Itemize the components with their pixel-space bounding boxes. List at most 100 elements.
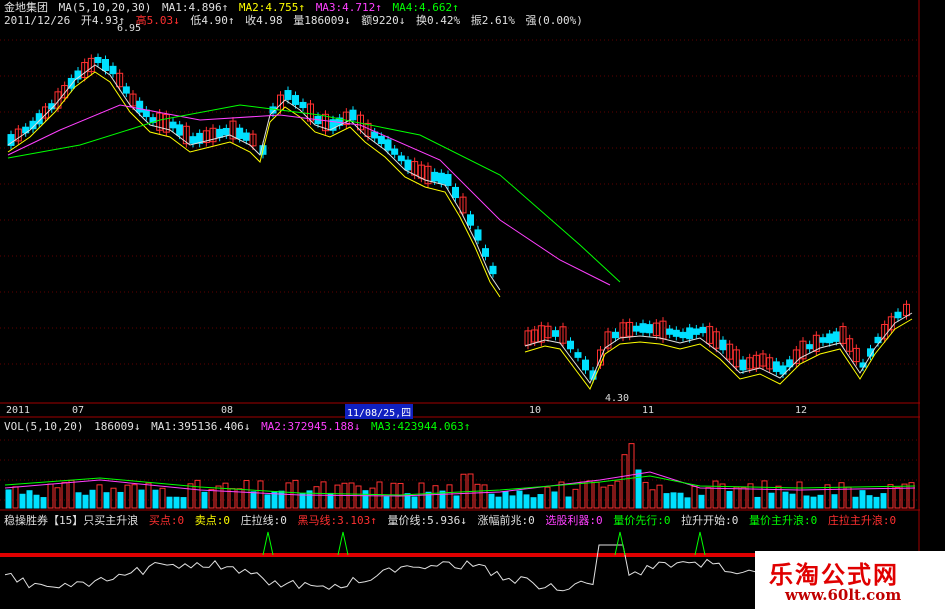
candle-body (632, 325, 640, 332)
volume-bar (5, 489, 12, 509)
volume-bar (600, 486, 607, 509)
volume-bar (159, 487, 166, 509)
candle-body (109, 65, 117, 75)
volume-bar (558, 481, 565, 509)
volume-bar (796, 481, 803, 509)
volume-bar (173, 496, 180, 509)
signal-peak-marker (337, 531, 349, 556)
volume-bar (383, 496, 390, 509)
quote-low: 低4.90↑ (190, 14, 235, 27)
volume-bar (138, 489, 145, 509)
volume-bar (40, 497, 47, 509)
candle-body (371, 131, 379, 139)
volume-bar (859, 490, 866, 509)
volume-bar (19, 493, 26, 509)
volume-bar (880, 493, 887, 509)
candle-body (582, 359, 589, 371)
volume-bar (831, 494, 838, 509)
candle-body (222, 127, 230, 136)
volume-bar (509, 495, 516, 509)
volume-bar (215, 485, 222, 509)
volume-bar (551, 491, 558, 509)
volume-bar (761, 480, 768, 509)
candle-body (391, 148, 399, 155)
volume-bar (12, 486, 19, 509)
candle-body (692, 328, 700, 335)
ind-vp-lead: 量价先行:0 (613, 514, 671, 527)
volume-bar (250, 491, 257, 509)
volume-bar (768, 492, 775, 509)
candle-body (136, 100, 144, 113)
volume-bar (82, 494, 89, 509)
candle-body (832, 331, 840, 342)
volume-bar (446, 484, 453, 509)
volume-bar (334, 484, 341, 509)
volume-bar (355, 485, 362, 509)
candle-body (826, 333, 834, 344)
watermark: 乐淘公式网 www.60lt.com (755, 551, 945, 609)
volume-bar (740, 487, 747, 509)
candle-body (489, 265, 497, 275)
ma2-line (524, 318, 913, 390)
volume-bar (845, 486, 852, 509)
volume-bar (432, 485, 439, 509)
volume-bar (96, 484, 103, 509)
candle-body (377, 135, 385, 145)
volume-bar (579, 481, 586, 509)
volume-bar (54, 487, 61, 509)
candle-body (819, 337, 827, 343)
volume-bar (180, 497, 187, 509)
candle-body (169, 121, 177, 129)
axis-label-10: 10 (529, 405, 542, 416)
volume-bar (411, 496, 418, 509)
quote-high: 高5.03↓ (135, 14, 180, 27)
volume-bar (89, 489, 96, 509)
candle-body (102, 59, 109, 71)
axis-label-08: 08 (221, 405, 234, 416)
candle-body (189, 136, 197, 144)
ma3-value: MA3:4.712↑ (315, 1, 382, 14)
volume-bar (124, 484, 131, 509)
candle-body (666, 328, 674, 335)
volume-bar (677, 492, 684, 509)
ind-main-wave: 庄拉主升浪:0 (827, 514, 897, 527)
volume-bar (453, 495, 460, 509)
candle-body (612, 331, 619, 339)
volume-bar (264, 494, 271, 509)
cursor-date-label: 11/08/25,四 (345, 404, 414, 419)
volume-bar (117, 491, 124, 509)
volume-bar (852, 496, 859, 509)
candle-body (349, 109, 357, 121)
ma1-line (7, 64, 501, 291)
volume-bar (635, 469, 642, 509)
volume-bar (663, 493, 670, 509)
volume-bar (68, 479, 75, 509)
candle-body (242, 132, 250, 141)
volume-bar (362, 490, 369, 509)
volume-bar (75, 492, 82, 509)
volume-bar (257, 480, 264, 509)
ind-dark-horse: 黑马线:3.103↑ (297, 514, 377, 527)
candle-body (431, 171, 439, 182)
volume-bar (607, 484, 614, 509)
volume-bar (502, 491, 509, 509)
volume-bar (460, 473, 467, 509)
candle-body (679, 331, 687, 339)
candle-body (699, 326, 707, 334)
volume-bar (369, 487, 376, 509)
candle-body (404, 159, 412, 171)
volume-bar (222, 482, 229, 509)
candle-body (686, 327, 694, 340)
candle-body (437, 172, 445, 184)
watermark-url: www.60lt.com (785, 586, 902, 604)
ma1-value: MA1:4.896↑ (161, 1, 229, 14)
volume-bar (691, 485, 698, 509)
volume-bar (47, 483, 54, 509)
volume-bar (649, 489, 656, 509)
signal-peak-marker (614, 531, 626, 556)
candle-body (719, 339, 727, 351)
ind-pull: 庄拉线:0 (240, 514, 287, 527)
quote-turnover: 换0.42% (415, 14, 461, 27)
volume-bar (824, 484, 831, 509)
vol-ma1: MA1:395136.406↓ (151, 420, 251, 433)
